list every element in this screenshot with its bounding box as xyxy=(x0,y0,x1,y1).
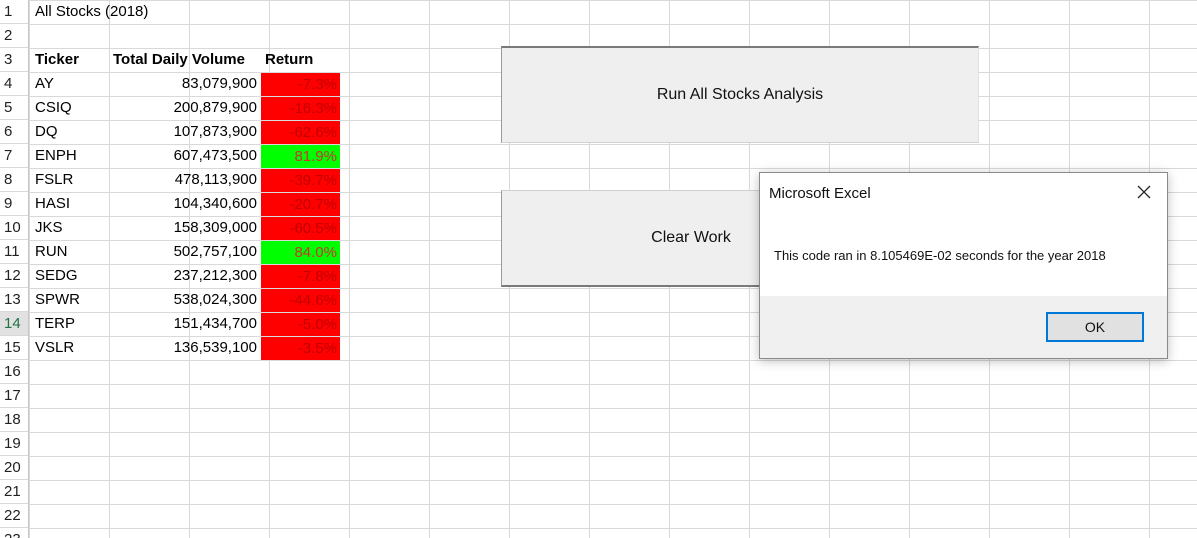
row-number-5[interactable]: 5 xyxy=(0,96,28,120)
return-cell[interactable]: -60.5% xyxy=(261,217,340,240)
return-cell[interactable]: -20.7% xyxy=(261,193,340,216)
ticker-cell[interactable]: SEDG xyxy=(32,264,81,287)
row-number-9[interactable]: 9 xyxy=(0,192,28,216)
row-number-14[interactable]: 14 xyxy=(0,312,28,336)
return-cell[interactable]: 81.9% xyxy=(261,145,340,168)
return-cell[interactable]: -7.3% xyxy=(261,73,340,96)
return-cell[interactable]: -44.6% xyxy=(261,289,340,312)
return-cell[interactable]: 84.0% xyxy=(261,241,340,264)
dialog-footer: OK xyxy=(760,296,1167,358)
row-number-1[interactable]: 1 xyxy=(0,0,28,24)
row-number-11[interactable]: 11 xyxy=(0,240,28,264)
return-cell[interactable]: -39.7% xyxy=(261,169,340,192)
header-total-daily-volume[interactable]: Total Daily Volume xyxy=(110,48,248,71)
ticker-cell[interactable]: AY xyxy=(32,72,57,95)
sheet-title-cell[interactable]: All Stocks (2018) xyxy=(32,0,151,23)
row-number-2[interactable]: 2 xyxy=(0,24,28,48)
row-number-12[interactable]: 12 xyxy=(0,264,28,288)
header-ticker[interactable]: Ticker xyxy=(32,48,82,71)
row-number-17[interactable]: 17 xyxy=(0,384,28,408)
volume-cell[interactable]: 83,079,900 xyxy=(110,72,260,95)
row-number-23[interactable]: 23 xyxy=(0,528,28,538)
volume-cell[interactable]: 104,340,600 xyxy=(110,192,260,215)
row-number-20[interactable]: 20 xyxy=(0,456,28,480)
row-header-column: 1234567891011121314151617181920212223 xyxy=(0,0,29,538)
ticker-cell[interactable]: CSIQ xyxy=(32,96,75,119)
row-number-16[interactable]: 16 xyxy=(0,360,28,384)
row-number-4[interactable]: 4 xyxy=(0,72,28,96)
ticker-cell[interactable]: TERP xyxy=(32,312,78,335)
ticker-cell[interactable]: JKS xyxy=(32,216,66,239)
volume-cell[interactable]: 107,873,900 xyxy=(110,120,260,143)
volume-cell[interactable]: 478,113,900 xyxy=(110,168,260,191)
row-number-10[interactable]: 10 xyxy=(0,216,28,240)
ticker-cell[interactable]: HASI xyxy=(32,192,73,215)
row-number-8[interactable]: 8 xyxy=(0,168,28,192)
close-icon[interactable] xyxy=(1135,183,1153,201)
return-cell[interactable]: -3.5% xyxy=(261,337,340,360)
volume-cell[interactable]: 502,757,100 xyxy=(110,240,260,263)
return-cell[interactable]: -7.8% xyxy=(261,265,340,288)
ticker-cell[interactable]: SPWR xyxy=(32,288,83,311)
row-number-13[interactable]: 13 xyxy=(0,288,28,312)
volume-cell[interactable]: 607,473,500 xyxy=(110,144,260,167)
row-number-6[interactable]: 6 xyxy=(0,120,28,144)
volume-cell[interactable]: 200,879,900 xyxy=(110,96,260,119)
return-cell[interactable]: -5.0% xyxy=(261,313,340,336)
row-number-18[interactable]: 18 xyxy=(0,408,28,432)
ok-button[interactable]: OK xyxy=(1046,312,1144,342)
volume-cell[interactable]: 136,539,100 xyxy=(110,336,260,359)
row-number-22[interactable]: 22 xyxy=(0,504,28,528)
volume-cell[interactable]: 151,434,700 xyxy=(110,312,260,335)
clear-button-label: Clear Work xyxy=(651,229,731,246)
header-return[interactable]: Return xyxy=(262,48,316,71)
return-cell[interactable]: -16.3% xyxy=(261,97,340,120)
ticker-cell[interactable]: VSLR xyxy=(32,336,77,359)
return-cell[interactable]: -62.6% xyxy=(261,121,340,144)
ticker-cell[interactable]: DQ xyxy=(32,120,61,143)
dialog-titlebar[interactable]: Microsoft Excel xyxy=(760,173,1167,215)
run-all-stocks-analysis-button[interactable]: Run All Stocks Analysis xyxy=(501,46,979,143)
volume-cell[interactable]: 538,024,300 xyxy=(110,288,260,311)
row-number-15[interactable]: 15 xyxy=(0,336,28,360)
volume-cell[interactable]: 237,212,300 xyxy=(110,264,260,287)
row-number-7[interactable]: 7 xyxy=(0,144,28,168)
ticker-cell[interactable]: ENPH xyxy=(32,144,80,167)
ticker-cell[interactable]: FSLR xyxy=(32,168,76,191)
row-number-21[interactable]: 21 xyxy=(0,480,28,504)
message-dialog: Microsoft Excel This code ran in 8.10546… xyxy=(759,172,1168,359)
ticker-cell[interactable]: RUN xyxy=(32,240,71,263)
dialog-message: This code ran in 8.105469E-02 seconds fo… xyxy=(774,248,1106,263)
dialog-title: Microsoft Excel xyxy=(769,185,871,202)
run-button-label: Run All Stocks Analysis xyxy=(656,86,824,103)
row-number-19[interactable]: 19 xyxy=(0,432,28,456)
row-number-3[interactable]: 3 xyxy=(0,48,28,72)
volume-cell[interactable]: 158,309,000 xyxy=(110,216,260,239)
spreadsheet[interactable]: 1234567891011121314151617181920212223 Al… xyxy=(0,0,1197,538)
